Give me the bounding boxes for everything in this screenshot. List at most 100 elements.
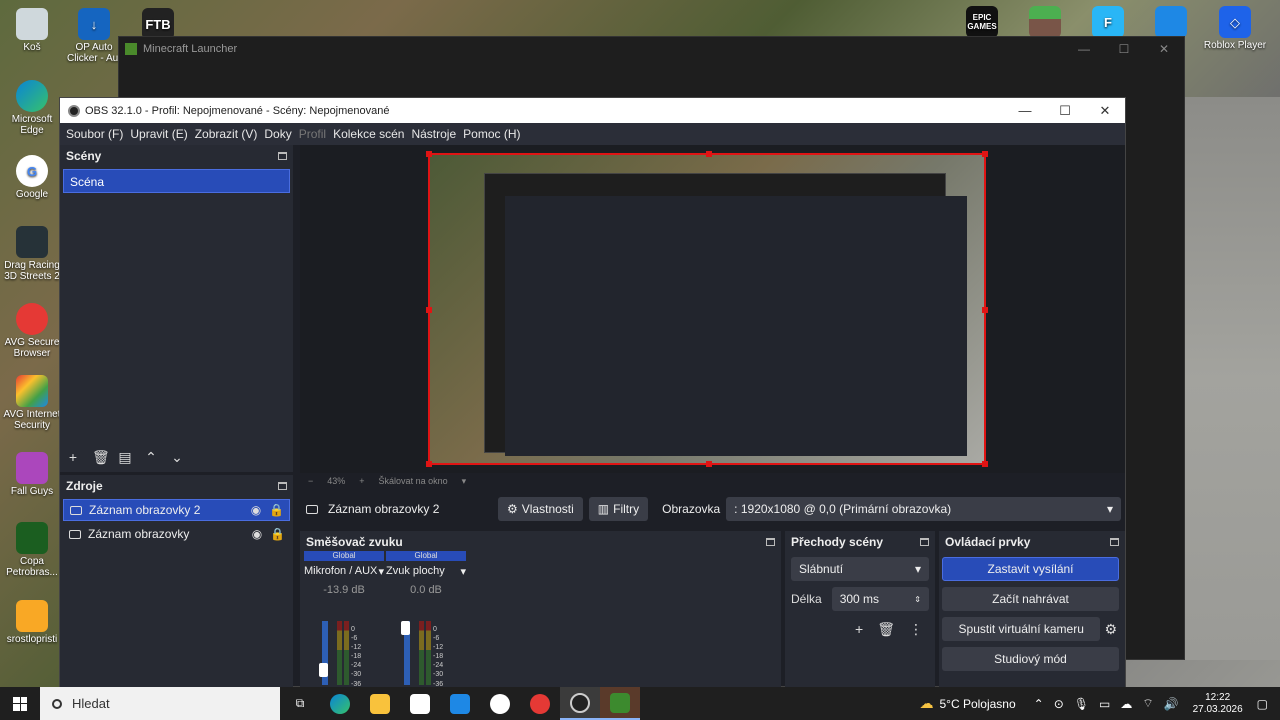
resize-handle[interactable]	[426, 307, 432, 313]
source-item[interactable]: Záznam obrazovky ◉ 🔒	[63, 523, 290, 545]
volume-icon[interactable]: 🔊	[1164, 697, 1179, 711]
taskbar-google[interactable]	[480, 687, 520, 720]
lock-icon[interactable]: 🔒	[269, 503, 284, 517]
minimize-icon[interactable]: —	[1064, 37, 1104, 61]
lock-icon[interactable]: 🔒	[270, 527, 285, 541]
tray-app-icon[interactable]: ⊙	[1054, 697, 1064, 711]
desktop-icon-minecraft[interactable]	[1013, 6, 1077, 40]
desktop-icon-avg-security[interactable]: AVG Internet Security	[0, 375, 64, 431]
filter-icon[interactable]: ▤	[118, 449, 132, 466]
menu-tools[interactable]: Nástroje	[411, 127, 463, 141]
trash-icon[interactable]: 🗑	[877, 621, 895, 638]
volume-slider-handle[interactable]	[401, 621, 410, 635]
resize-handle[interactable]	[982, 307, 988, 313]
properties-button[interactable]: ⚙ Vlastnosti	[498, 497, 583, 521]
taskbar-avg-browser[interactable]	[520, 687, 560, 720]
taskbar-explorer[interactable]	[360, 687, 400, 720]
close-icon[interactable]: ✕	[1144, 37, 1184, 61]
menu-docks[interactable]: Doky	[264, 127, 298, 141]
add-icon[interactable]: +	[66, 449, 80, 466]
menu-help[interactable]: Pomoc (H)	[463, 127, 527, 141]
desktop-icon-windows[interactable]	[1139, 6, 1203, 40]
filters-button[interactable]: ▥ Filtry	[588, 497, 649, 521]
battery-icon[interactable]: ▭	[1099, 697, 1110, 711]
taskbar-minecraft[interactable]	[600, 687, 640, 720]
screen-select[interactable]: : 1920x1080 @ 0,0 (Primární obrazovka) ▾	[726, 497, 1121, 521]
taskbar-search[interactable]: Hledat	[40, 687, 280, 720]
desktop-icon-edge[interactable]: Microsoft Edge	[0, 80, 64, 136]
menu-view[interactable]: Zobrazit (V)	[195, 127, 265, 141]
scene-item[interactable]: Scéna	[63, 169, 290, 193]
taskbar-edge[interactable]	[320, 687, 360, 720]
weather-text[interactable]: 5°C Polojasno	[939, 697, 1015, 711]
desktop-icon-roblox[interactable]: ◇ Roblox Player	[1203, 6, 1267, 51]
taskbar-store[interactable]	[400, 687, 440, 720]
trash-icon[interactable]: 🗑	[92, 449, 110, 466]
taskbar-mail[interactable]	[440, 687, 480, 720]
start-button[interactable]	[0, 687, 40, 720]
menu-edit[interactable]: Upravit (E)	[130, 127, 194, 141]
obs-window[interactable]: OBS 32.1.0 - Profil: Nepojmenované - Scé…	[59, 97, 1126, 688]
arrow-up-icon[interactable]: ⌃	[144, 449, 158, 466]
resize-handle[interactable]	[426, 461, 432, 467]
arrow-down-icon[interactable]: ⌄	[170, 449, 184, 466]
close-icon[interactable]: ✕	[1085, 98, 1125, 123]
undock-icon[interactable]	[920, 538, 929, 546]
resize-handle[interactable]	[426, 151, 432, 157]
volume-slider-handle[interactable]	[319, 663, 328, 677]
chevron-down-icon[interactable]: ▾	[378, 565, 384, 578]
taskbar-obs[interactable]	[560, 687, 600, 720]
desktop-icon-fall-guys[interactable]: Fall Guys	[0, 452, 64, 497]
undock-icon[interactable]	[766, 538, 775, 546]
eye-icon[interactable]: ◉	[249, 503, 263, 517]
gear-icon[interactable]: ⚙	[1104, 621, 1117, 638]
notifications-icon[interactable]: ▢	[1257, 697, 1268, 711]
minecraft-titlebar[interactable]: Minecraft Launcher	[119, 37, 1184, 61]
desktop-icon-epic[interactable]: EPIC GAMES	[950, 6, 1014, 40]
transition-type-select[interactable]: Slábnutí ▾	[791, 557, 929, 581]
desktop-icon-op-auto-clicker[interactable]: ↓ OP Auto Clicker - Aut	[62, 8, 126, 64]
resize-handle[interactable]	[982, 461, 988, 467]
obs-titlebar[interactable]: OBS 32.1.0 - Profil: Nepojmenované - Scé…	[60, 98, 1125, 123]
chevron-down-icon[interactable]: ▾	[460, 565, 466, 578]
undock-icon[interactable]	[1110, 538, 1119, 546]
zoom-out-icon[interactable]: −	[308, 476, 313, 486]
chevron-down-icon[interactable]: ▾	[462, 476, 467, 487]
resize-handle[interactable]	[706, 461, 712, 467]
duration-spinbox[interactable]: 300 ms ⇕	[831, 587, 929, 611]
menu-profile[interactable]: Profil	[299, 127, 333, 141]
start-virtual-camera-button[interactable]: Spustit virtuální kameru	[942, 617, 1101, 641]
network-icon[interactable]: ☁	[1120, 697, 1132, 711]
desktop-icon-drag-racing[interactable]: Drag Racing 3D Streets 2	[0, 226, 64, 282]
preview-canvas[interactable]	[300, 145, 1125, 473]
studio-mode-button[interactable]: Studiový mód	[942, 647, 1119, 671]
menu-scene-collection[interactable]: Kolekce scén	[333, 127, 411, 141]
undock-icon[interactable]	[278, 482, 287, 490]
preview-source-frame[interactable]	[426, 151, 988, 467]
task-view-button[interactable]: ⧉	[280, 687, 320, 720]
desktop-icon-f[interactable]: F	[1076, 6, 1140, 40]
more-options-icon[interactable]: ⋮	[909, 621, 923, 638]
maximize-icon[interactable]: ☐	[1045, 98, 1085, 123]
source-item[interactable]: Záznam obrazovky 2 ◉ 🔒	[63, 499, 290, 521]
clock[interactable]: 12:22 27.03.2026	[1193, 692, 1243, 716]
desktop-icon-folder[interactable]: srostlopristi	[0, 600, 64, 645]
desktop-icon-recycle-bin[interactable]: Koš	[0, 8, 64, 53]
resize-handle[interactable]	[982, 151, 988, 157]
desktop-icon-avg-browser[interactable]: AVG Secure Browser	[0, 303, 64, 359]
desktop-icon-google[interactable]: G Google	[0, 155, 64, 200]
chevron-up-icon[interactable]: ⌃	[1034, 697, 1044, 711]
add-icon[interactable]: +	[855, 621, 863, 638]
wifi-icon[interactable]: ⌔	[1142, 696, 1153, 711]
resize-handle[interactable]	[706, 151, 712, 157]
stop-streaming-button[interactable]: Zastavit vysílání	[942, 557, 1119, 581]
minimize-icon[interactable]: —	[1005, 98, 1045, 123]
menu-file[interactable]: Soubor (F)	[66, 127, 130, 141]
microphone-icon[interactable]: 🎙	[1074, 697, 1089, 711]
maximize-icon[interactable]: ☐	[1104, 37, 1144, 61]
zoom-in-icon[interactable]: +	[359, 476, 364, 486]
undock-icon[interactable]	[278, 152, 287, 160]
start-recording-button[interactable]: Začít nahrávat	[942, 587, 1119, 611]
eye-icon[interactable]: ◉	[250, 527, 264, 541]
scale-mode-select[interactable]: Škálovat na okno	[379, 476, 448, 486]
